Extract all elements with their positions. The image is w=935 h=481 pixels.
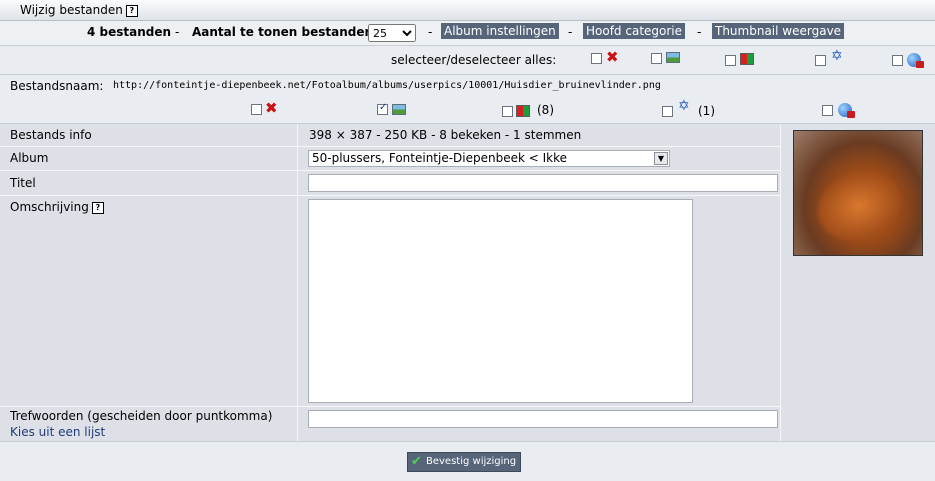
album-settings-link[interactable]: Album instellingen [441,23,559,39]
divider [0,146,780,147]
toolbar: 4 bestanden - Aantal te tonen bestanden … [0,21,935,46]
description-label: Omschrijving? [10,200,104,214]
select-all-row: selecteer/deselecteer alles: ✖ ✡ [0,46,935,75]
album-label: Album [10,151,49,165]
divider [0,170,780,171]
chevron-down-icon[interactable]: ▼ [654,152,668,165]
divider [780,124,781,441]
album-select-value: 50-plussers, Fonteintje-Diepenbeek < Ikk… [312,151,568,165]
checkmark-icon: ✔ [411,454,422,469]
select-all-flag-checkbox[interactable] [725,55,736,66]
select-all-label: selecteer/deselecteer alles: [391,53,557,67]
thumbnail-image[interactable] [793,130,923,256]
title-bar: Wijzig bestanden? [0,0,935,21]
page-title: Wijzig bestanden? [20,3,138,17]
select-all-star-checkbox[interactable] [815,55,826,66]
star-count: (1) [698,104,715,118]
file-info-label: Bestands info [10,128,92,142]
main-category-link[interactable]: Hoofd categorie [583,23,686,39]
separator: - [568,25,573,39]
divider [297,124,298,441]
keywords-input[interactable] [308,410,778,428]
globe-delete-icon [838,103,855,121]
image-content [804,157,914,255]
delete-checkbox[interactable] [251,104,262,115]
globe-checkbox[interactable] [822,105,833,116]
flag-checkbox[interactable] [502,106,513,117]
filename-value: http://fonteintje-diepenbeek.net/Fotoalb… [113,80,661,91]
select-all-image-checkbox[interactable] [651,53,662,64]
submit-label: Bevestig wijziging [426,456,517,467]
submit-button[interactable]: ✔ Bevestig wijziging [407,452,522,472]
description-textarea[interactable] [308,199,693,403]
flag-count: (8) [537,103,554,117]
help-icon[interactable]: ? [125,4,138,17]
star-icon: ✡ [678,98,690,114]
divider [0,406,780,407]
globe-delete-icon [907,53,924,71]
flag-icon [516,105,530,121]
flag-icon [740,53,754,69]
file-count: 4 bestanden [87,25,172,39]
image-checkbox[interactable] [377,102,388,115]
select-all-delete-checkbox[interactable] [591,53,602,64]
star-checkbox[interactable] [662,106,673,117]
keywords-label: Trefwoorden (gescheiden door puntkomma) [10,409,273,423]
filename-label: Bestandsnaam: [10,79,104,93]
per-page-select[interactable]: 25 [368,24,416,42]
separator: - [175,25,180,39]
delete-icon: ✖ [606,48,619,66]
title-input[interactable] [308,174,778,192]
image-icon [392,104,406,119]
separator: - [697,25,702,39]
star-icon: ✡ [831,48,843,64]
file-info-value: 398 × 387 - 250 KB - 8 bekeken - 1 stemm… [309,128,582,142]
image-icon [666,52,680,67]
thumbnail-view-link[interactable]: Thumbnail weergave [712,23,845,39]
help-icon[interactable]: ? [91,201,104,214]
title-label: Titel [10,176,36,190]
select-all-globe-checkbox[interactable] [892,55,903,66]
delete-icon: ✖ [265,99,278,117]
album-select[interactable]: 50-plussers, Fonteintje-Diepenbeek < Ikk… [308,150,670,167]
separator: - [428,25,433,39]
filename-row: Bestandsnaam: http://fonteintje-diepenbe… [0,75,935,124]
per-page-label: Aantal te tonen bestanden [192,25,374,39]
keywords-list-link[interactable]: Kies uit een lijst [10,425,105,439]
divider [0,195,780,196]
